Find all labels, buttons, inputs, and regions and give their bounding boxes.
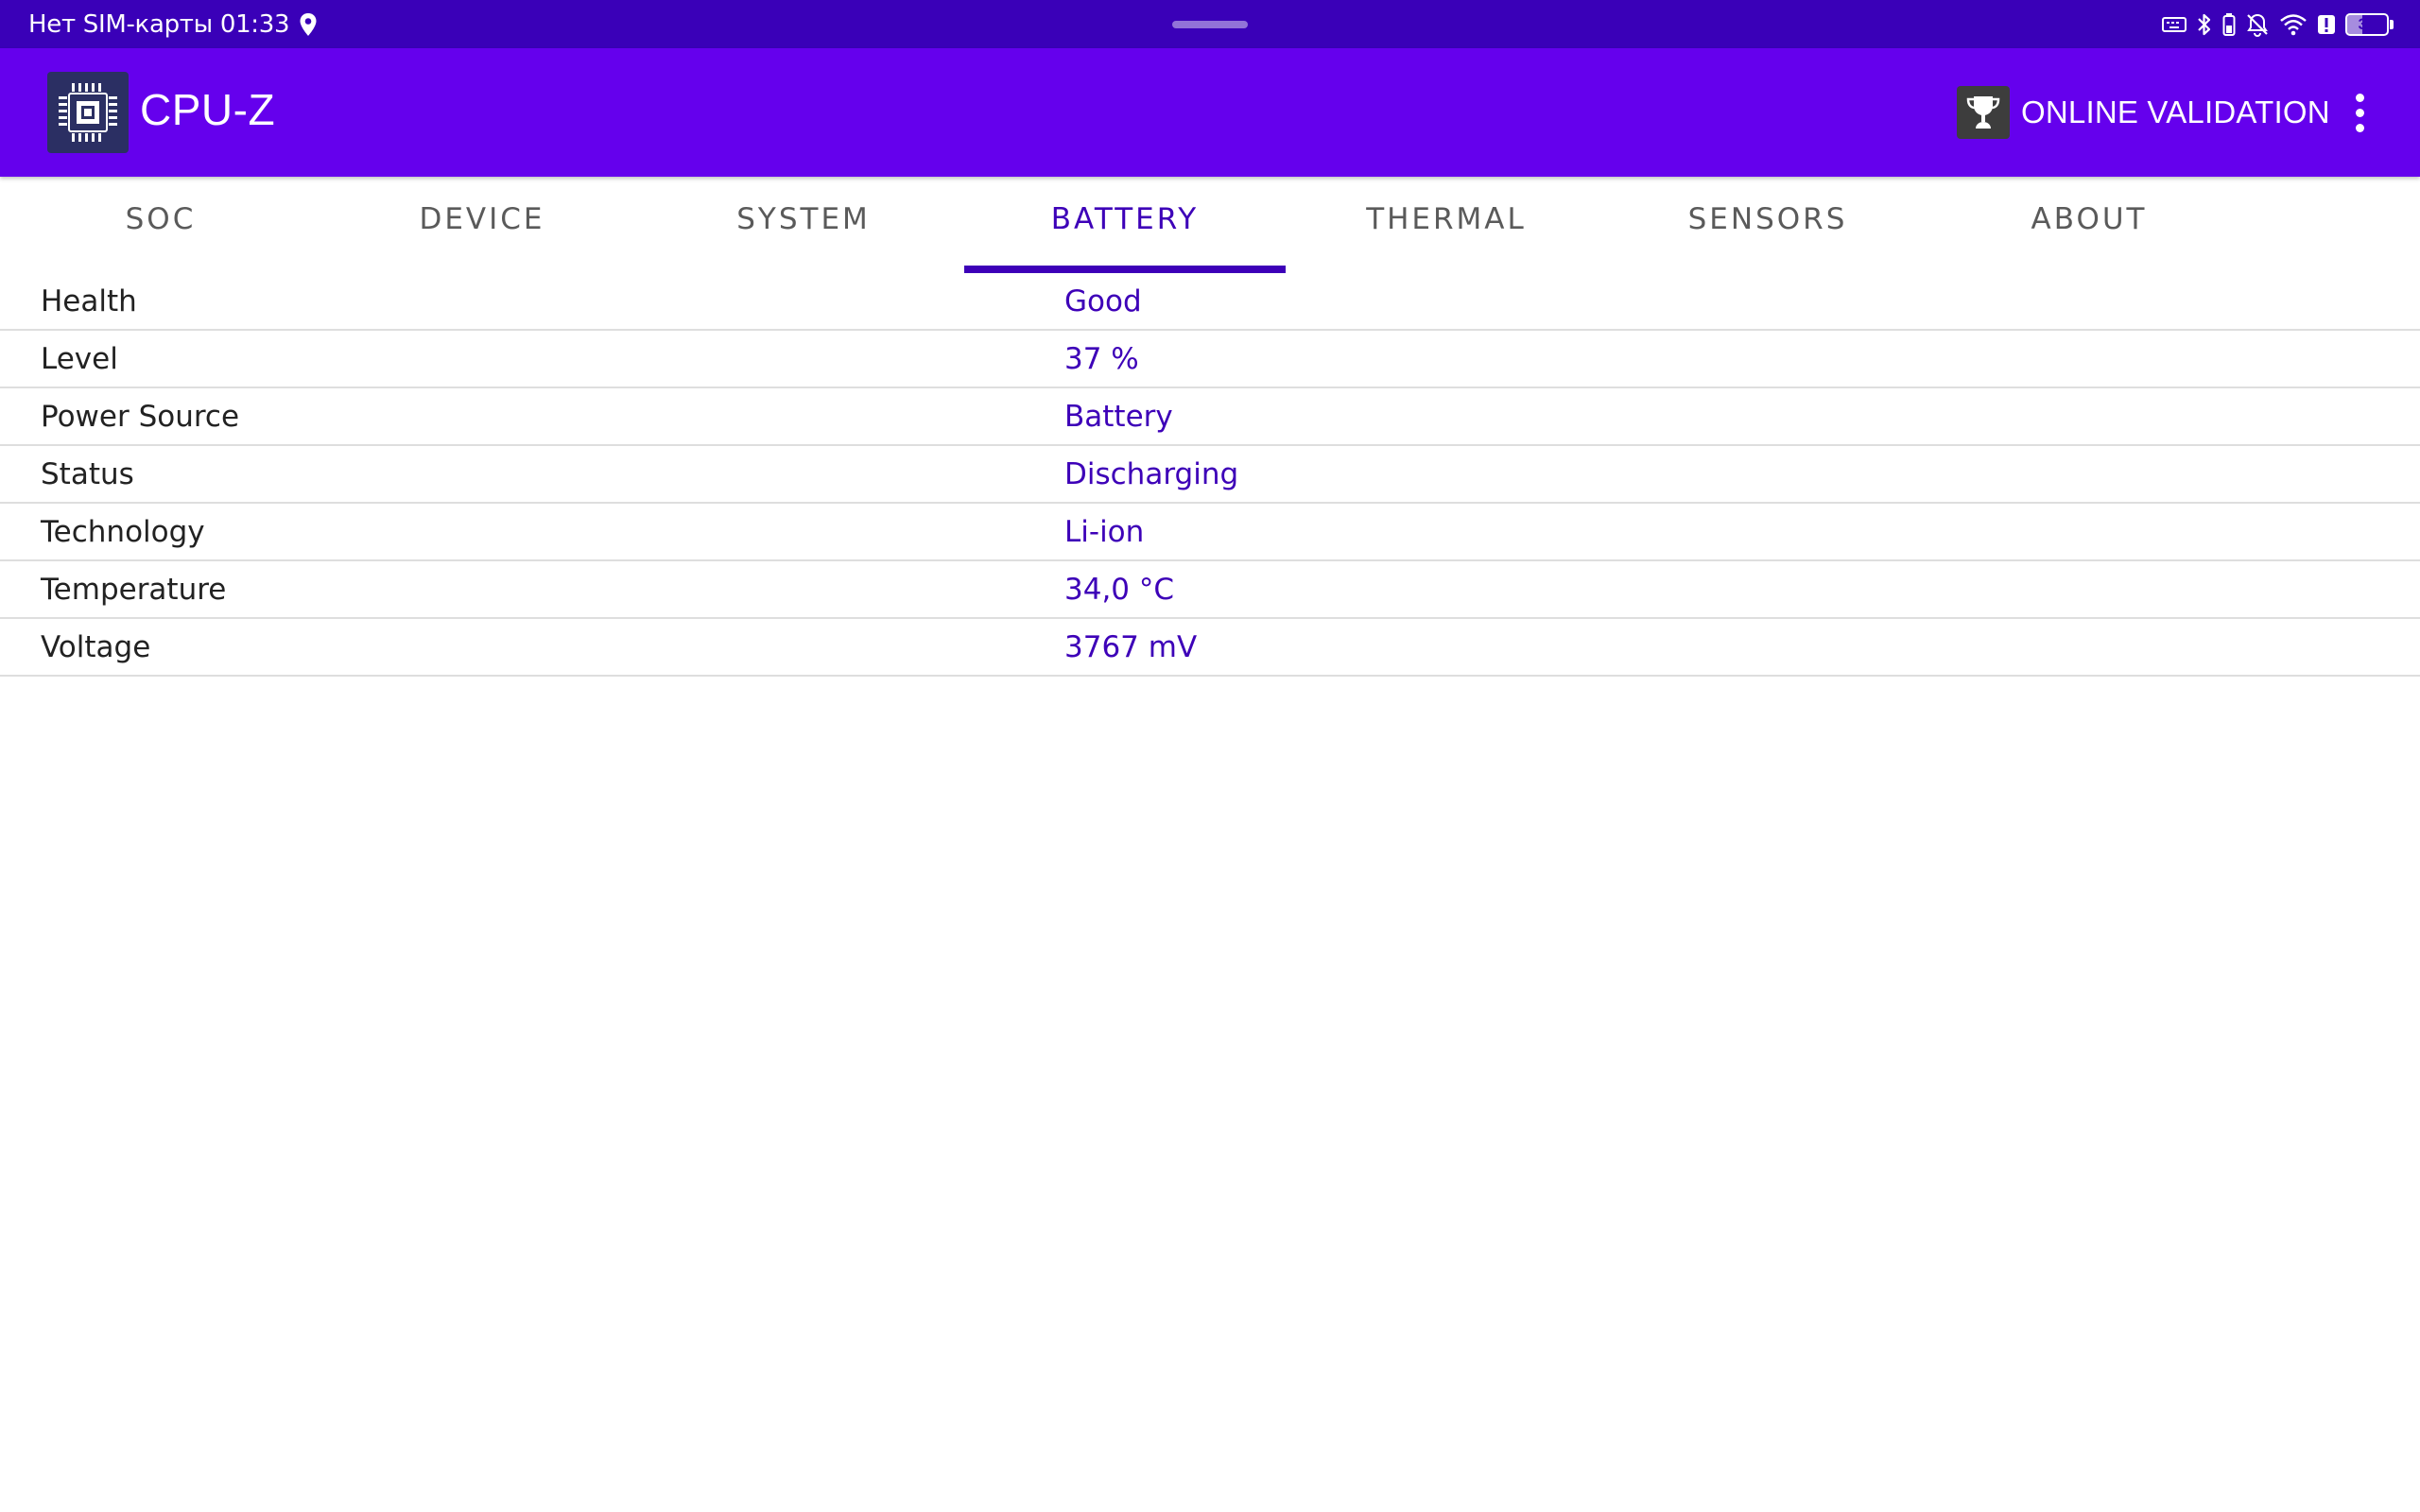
tab-thermal[interactable]: THERMAL: [1286, 177, 1607, 273]
tab-battery[interactable]: BATTERY: [964, 177, 1286, 273]
tab-about[interactable]: ABOUT: [1928, 177, 2250, 273]
row-value: 34,0 °C: [1064, 572, 1175, 607]
row-label: Health: [41, 284, 137, 318]
battery-icon: 37: [2345, 12, 2389, 36]
drag-handle[interactable]: [1172, 21, 1248, 28]
table-row: Technology Li-ion: [0, 504, 2420, 561]
alert-icon: [2317, 13, 2336, 36]
menu-dot: [2355, 93, 2364, 102]
mute-notifications-icon: [2245, 12, 2270, 37]
table-row: Power Source Battery: [0, 388, 2420, 446]
tab-soc[interactable]: SOC: [0, 177, 321, 273]
menu-dot: [2355, 123, 2364, 132]
online-validation-label: ONLINE VALIDATION: [2021, 94, 2330, 129]
tab-sensors[interactable]: SENSORS: [1607, 177, 1928, 273]
table-row: Temperature 34,0 °C: [0, 561, 2420, 619]
row-label: Voltage: [41, 629, 151, 664]
carrier-time-text: Нет SIM-карты 01:33: [28, 9, 290, 39]
status-left: Нет SIM-карты 01:33: [28, 10, 318, 39]
row-value: 37 %: [1064, 341, 1139, 376]
row-label: Power Source: [41, 399, 240, 434]
wifi-icon: [2279, 13, 2308, 36]
battery-small-icon: [2222, 12, 2236, 37]
row-value: Li-ion: [1064, 514, 1145, 549]
cpu-chip-icon: [47, 72, 129, 153]
tab-system[interactable]: SYSTEM: [643, 177, 964, 273]
row-value: Discharging: [1064, 456, 1239, 491]
bluetooth-icon: [2196, 11, 2213, 38]
more-options-icon[interactable]: [2341, 77, 2378, 148]
app-title: CPU-Z: [140, 85, 276, 134]
app-bar: CPU-Z ONLINE VALIDATION: [0, 48, 2420, 177]
battery-info-table: Health Good Level 37 % Power Source Batt…: [0, 273, 2420, 677]
row-value: Good: [1064, 284, 1142, 318]
online-validation-button[interactable]: ONLINE VALIDATION: [1957, 85, 2330, 140]
row-label: Status: [41, 456, 134, 491]
tab-bar: SOC DEVICE SYSTEM BATTERY THERMAL SENSOR…: [0, 177, 2420, 273]
row-label: Technology: [41, 514, 205, 549]
menu-dot: [2355, 108, 2364, 117]
status-right: 37: [2162, 0, 2394, 48]
location-icon: [299, 12, 318, 37]
table-row: Level 37 %: [0, 331, 2420, 388]
keyboard-icon: [2162, 15, 2187, 34]
row-value: 3767 mV: [1064, 629, 1198, 664]
battery-indicator: 37: [2345, 12, 2394, 36]
row-value: Battery: [1064, 399, 1173, 434]
trophy-icon: [1957, 86, 2010, 139]
tab-device[interactable]: DEVICE: [321, 177, 643, 273]
row-label: Level: [41, 341, 118, 376]
table-row: Health Good: [0, 273, 2420, 331]
battery-level-text: 37: [2358, 14, 2377, 33]
row-label: Temperature: [41, 572, 227, 607]
battery-tip: [2390, 19, 2394, 29]
table-row: Status Discharging: [0, 446, 2420, 504]
status-bar: Нет SIM-карты 01:33 37: [0, 0, 2420, 48]
table-row: Voltage 3767 mV: [0, 619, 2420, 677]
